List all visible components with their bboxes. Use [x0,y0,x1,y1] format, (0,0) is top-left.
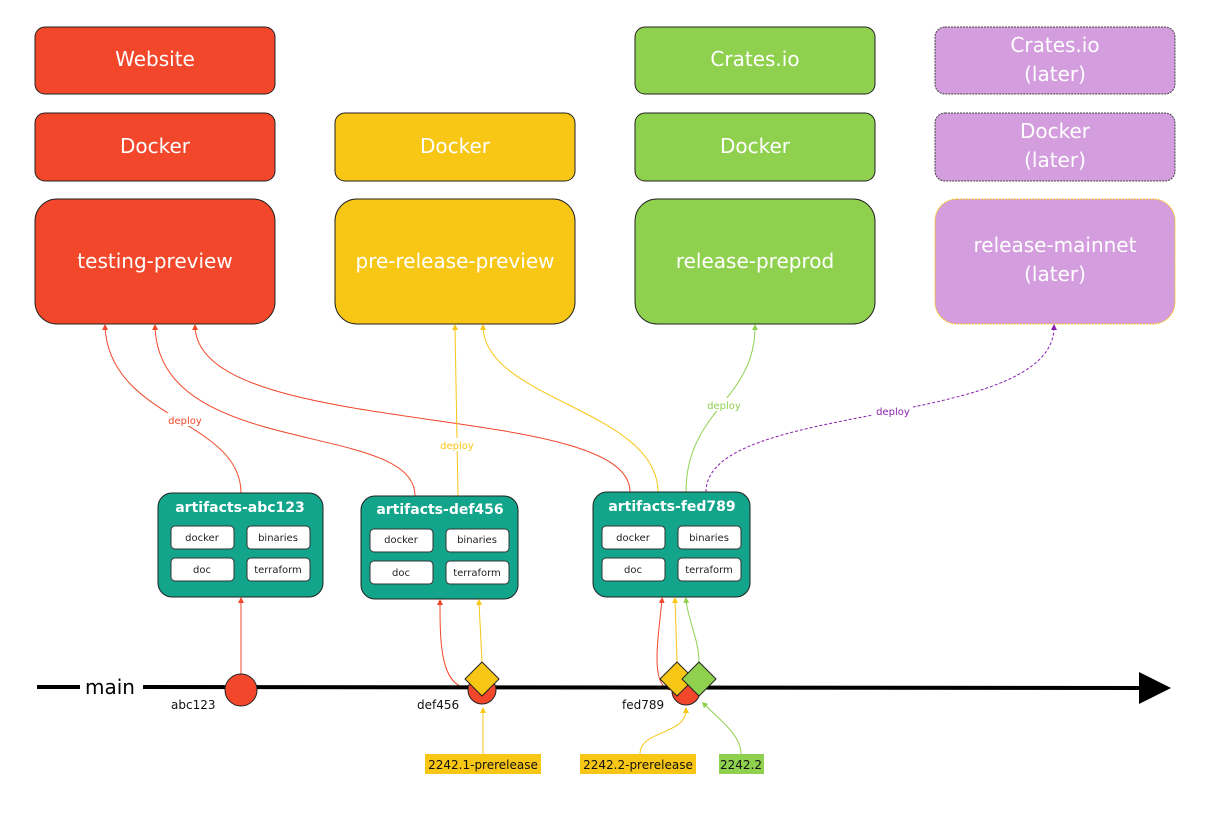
tag-edge-2242.2-prerelease [639,707,689,755]
svg-text:deploy: deploy [440,441,474,452]
svg-text:doc: doc [392,568,410,579]
svg-text:docker: docker [384,535,419,546]
build-edge-def456-commit [437,599,468,689]
svg-text:binaries: binaries [258,533,298,544]
svg-text:release-mainnet: release-mainnet [974,233,1137,257]
deploy-label: deploy [165,413,205,427]
docker-later-box: Docker (later) [934,112,1176,182]
build-edge-fed789-prerelease [672,597,679,663]
docker-prerelease-box: Docker [334,112,576,182]
build-edge-fed789-release [683,597,700,663]
svg-text:(later): (later) [1024,148,1086,172]
env-release-preprod: release-preprod [634,198,876,325]
svg-text:terraform: terraform [254,565,302,576]
deploy-edge-abc123-testing [102,324,242,494]
env-testing-preview: testing-preview [34,198,276,325]
tag-2242.1-prerelease: 2242.1-prerelease [425,754,541,774]
main-branch-line [142,671,1171,704]
tag-edge-2242.2 [701,701,742,755]
deploy-edge-fed789-testing [192,324,631,493]
artifacts-def456: artifacts-def456 docker binaries doc ter… [360,495,519,600]
svg-text:2242.2-prerelease: 2242.2-prerelease [583,758,693,772]
svg-text:Crates.io: Crates.io [710,47,799,71]
svg-text:terraform: terraform [453,568,501,579]
artifacts-fed789: artifacts-fed789 docker binaries doc ter… [592,491,751,598]
deploy-edge-def456-prerelease [452,324,459,497]
deploy-label: deploy [437,438,477,452]
svg-text:release-preprod: release-preprod [676,249,834,273]
svg-text:2242.1-prerelease: 2242.1-prerelease [428,758,538,772]
release-pipeline-diagram: Website Docker testing-preview Docker pr… [34,26,1176,774]
svg-text:Crates.io: Crates.io [1010,33,1099,57]
svg-text:doc: doc [193,565,211,576]
svg-text:Website: Website [115,47,195,71]
docker-release-box: Docker [634,112,876,182]
env-release-mainnet: release-mainnet (later) [934,198,1176,325]
branch-label: main [85,675,135,699]
svg-text:docker: docker [185,533,220,544]
svg-text:artifacts-def456: artifacts-def456 [376,502,503,518]
svg-text:(later): (later) [1024,262,1086,286]
build-edge-def456-tag [476,599,483,663]
commit-label: fed789 [622,698,664,712]
website-box: Website [34,26,276,95]
env-pre-release-preview: pre-release-preview [334,198,576,325]
tag-2242.2-prerelease: 2242.2-prerelease [580,754,696,774]
commit-node-abc123[interactable] [224,673,258,707]
svg-text:binaries: binaries [689,533,729,544]
svg-text:deploy: deploy [168,416,202,427]
deploy-edge-fed789-prerelease [480,324,659,493]
svg-text:terraform: terraform [685,565,733,576]
crates-io-later-box: Crates.io (later) [934,26,1176,95]
deploy-label: deploy [873,404,913,418]
tag-2242.2: 2242.2 [719,754,764,774]
deploy-label: deploy [704,398,744,412]
svg-text:artifacts-abc123: artifacts-abc123 [175,500,305,516]
svg-text:Docker: Docker [720,134,791,158]
svg-text:artifacts-fed789: artifacts-fed789 [608,499,735,515]
svg-text:Docker: Docker [1020,119,1091,143]
artifacts-abc123: artifacts-abc123 docker binaries doc ter… [157,492,324,598]
commit-label: abc123 [171,698,215,712]
docker-testing-box: Docker [34,112,276,182]
svg-text:(later): (later) [1024,62,1086,86]
svg-text:deploy: deploy [876,407,910,418]
svg-text:doc: doc [624,565,642,576]
svg-text:docker: docker [616,533,651,544]
svg-text:deploy: deploy [707,401,741,412]
commit-label: def456 [417,698,459,712]
svg-text:2242.2: 2242.2 [720,758,762,772]
svg-text:binaries: binaries [457,535,497,546]
svg-text:testing-preview: testing-preview [77,249,232,273]
crates-io-box: Crates.io [634,26,876,95]
svg-text:Docker: Docker [420,134,491,158]
svg-text:Docker: Docker [120,134,191,158]
svg-text:pre-release-preview: pre-release-preview [356,249,555,273]
